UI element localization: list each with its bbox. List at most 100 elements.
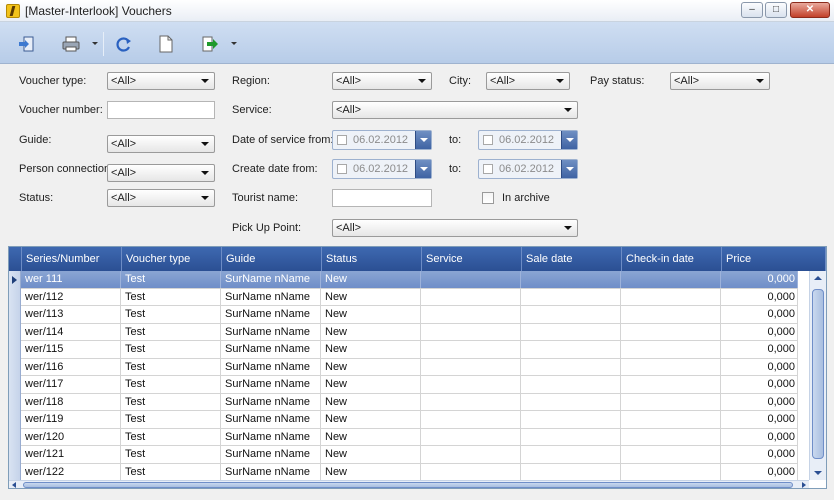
cell-status[interactable]: New bbox=[321, 376, 421, 393]
cell-sale-date[interactable] bbox=[521, 463, 621, 481]
cell-service[interactable] bbox=[421, 376, 521, 393]
cell-check-in-date[interactable] bbox=[621, 428, 721, 446]
cell-service[interactable] bbox=[421, 358, 521, 376]
cell-series-number[interactable]: wer/122 bbox=[21, 463, 121, 481]
date-of-service-from-picker[interactable]: 06.02.2012 bbox=[332, 130, 432, 150]
table-row[interactable]: wer/121 Test SurName nName New 0,000 bbox=[21, 446, 798, 464]
cell-series-number[interactable]: wer/120 bbox=[21, 428, 121, 446]
cell-status[interactable]: New bbox=[321, 323, 421, 341]
column-header-service[interactable]: Service bbox=[422, 247, 522, 271]
export-icon[interactable] bbox=[201, 35, 219, 53]
cell-price[interactable]: 0,000 bbox=[721, 411, 798, 428]
new-document-icon[interactable] bbox=[157, 35, 175, 53]
column-header-check-in-date[interactable]: Check-in date bbox=[622, 247, 722, 271]
cell-status[interactable]: New bbox=[321, 358, 421, 376]
status-select[interactable]: <All> bbox=[107, 189, 215, 207]
cell-voucher-type[interactable]: Test bbox=[121, 323, 221, 341]
cell-service[interactable] bbox=[421, 411, 521, 428]
minimize-button[interactable]: – bbox=[741, 2, 763, 18]
cell-sale-date[interactable] bbox=[521, 376, 621, 393]
column-header-voucher-type[interactable]: Voucher type bbox=[122, 247, 222, 271]
cell-status[interactable]: New bbox=[321, 393, 421, 411]
cell-price[interactable]: 0,000 bbox=[721, 288, 798, 306]
cell-price[interactable]: 0,000 bbox=[721, 358, 798, 376]
cell-check-in-date[interactable] bbox=[621, 358, 721, 376]
table-row[interactable]: wer/112 Test SurName nName New 0,000 bbox=[21, 288, 798, 306]
calendar-dropdown-icon[interactable] bbox=[415, 160, 431, 178]
table-row[interactable]: wer/120 Test SurName nName New 0,000 bbox=[21, 428, 798, 446]
cell-guide[interactable]: SurName nName bbox=[221, 288, 321, 306]
scroll-down-icon[interactable] bbox=[814, 471, 822, 475]
cell-voucher-type[interactable]: Test bbox=[121, 428, 221, 446]
export-dropdown-arrow-icon[interactable] bbox=[231, 42, 237, 45]
cell-guide[interactable]: SurName nName bbox=[221, 323, 321, 341]
cell-service[interactable] bbox=[421, 341, 521, 358]
cell-series-number[interactable]: wer/115 bbox=[21, 341, 121, 358]
table-row[interactable]: wer/113 Test SurName nName New 0,000 bbox=[21, 306, 798, 324]
cell-voucher-type[interactable]: Test bbox=[121, 446, 221, 463]
horizontal-scroll-thumb[interactable] bbox=[23, 482, 793, 488]
cell-check-in-date[interactable] bbox=[621, 463, 721, 481]
cell-service[interactable] bbox=[421, 271, 521, 288]
cell-sale-date[interactable] bbox=[521, 358, 621, 376]
create-date-from-picker[interactable]: 06.02.2012 bbox=[332, 159, 432, 179]
print-icon[interactable] bbox=[62, 35, 80, 53]
date-of-service-from-checkbox[interactable] bbox=[337, 135, 347, 145]
vertical-scrollbar[interactable] bbox=[809, 271, 826, 480]
cell-guide[interactable]: SurName nName bbox=[221, 271, 321, 288]
table-row[interactable]: wer/114 Test SurName nName New 0,000 bbox=[21, 323, 798, 341]
cell-guide[interactable]: SurName nName bbox=[221, 411, 321, 428]
cell-guide[interactable]: SurName nName bbox=[221, 341, 321, 358]
row-selector-column[interactable] bbox=[9, 271, 21, 481]
cell-series-number[interactable]: wer/116 bbox=[21, 358, 121, 376]
cell-service[interactable] bbox=[421, 446, 521, 463]
cell-voucher-type[interactable]: Test bbox=[121, 358, 221, 376]
create-date-to-checkbox[interactable] bbox=[483, 164, 493, 174]
city-select[interactable]: <All> bbox=[486, 72, 570, 90]
cell-series-number[interactable]: wer/117 bbox=[21, 376, 121, 393]
cell-sale-date[interactable] bbox=[521, 393, 621, 411]
cell-service[interactable] bbox=[421, 463, 521, 481]
in-archive-checkbox[interactable] bbox=[482, 192, 494, 204]
cell-check-in-date[interactable] bbox=[621, 341, 721, 358]
column-header-status[interactable]: Status bbox=[322, 247, 422, 271]
cell-guide[interactable]: SurName nName bbox=[221, 393, 321, 411]
close-button[interactable]: ✕ bbox=[790, 2, 830, 18]
cell-voucher-type[interactable]: Test bbox=[121, 411, 221, 428]
cell-series-number[interactable]: wer/113 bbox=[21, 306, 121, 323]
service-select[interactable]: <All> bbox=[332, 101, 578, 119]
cell-sale-date[interactable] bbox=[521, 271, 621, 288]
cell-check-in-date[interactable] bbox=[621, 323, 721, 341]
cell-sale-date[interactable] bbox=[521, 341, 621, 358]
cell-series-number[interactable]: wer/119 bbox=[21, 411, 121, 428]
cell-price[interactable]: 0,000 bbox=[721, 446, 798, 463]
column-header-sale-date[interactable]: Sale date bbox=[522, 247, 622, 271]
cell-price[interactable]: 0,000 bbox=[721, 271, 798, 288]
cell-sale-date[interactable] bbox=[521, 428, 621, 446]
cell-voucher-type[interactable]: Test bbox=[121, 288, 221, 306]
cell-guide[interactable]: SurName nName bbox=[221, 376, 321, 393]
cell-status[interactable]: New bbox=[321, 463, 421, 481]
cell-voucher-type[interactable]: Test bbox=[121, 393, 221, 411]
table-row[interactable]: wer/116 Test SurName nName New 0,000 bbox=[21, 358, 798, 376]
cell-guide[interactable]: SurName nName bbox=[221, 428, 321, 446]
scroll-right-icon[interactable] bbox=[802, 482, 806, 488]
cell-price[interactable]: 0,000 bbox=[721, 463, 798, 481]
cell-check-in-date[interactable] bbox=[621, 288, 721, 306]
cell-series-number[interactable]: wer/112 bbox=[21, 288, 121, 306]
date-of-service-to-checkbox[interactable] bbox=[483, 135, 493, 145]
horizontal-scrollbar[interactable] bbox=[9, 480, 809, 488]
scroll-up-icon[interactable] bbox=[814, 276, 822, 280]
column-header-series-number[interactable]: Series/Number bbox=[22, 247, 122, 271]
cell-price[interactable]: 0,000 bbox=[721, 428, 798, 446]
cell-status[interactable]: New bbox=[321, 288, 421, 306]
voucher-type-select[interactable]: <All> bbox=[107, 72, 215, 90]
cell-service[interactable] bbox=[421, 288, 521, 306]
cell-service[interactable] bbox=[421, 306, 521, 323]
cell-series-number[interactable]: wer/121 bbox=[21, 446, 121, 463]
cell-status[interactable]: New bbox=[321, 446, 421, 463]
cell-check-in-date[interactable] bbox=[621, 376, 721, 393]
table-row[interactable]: wer/122 Test SurName nName New 0,000 bbox=[21, 463, 798, 481]
create-date-from-checkbox[interactable] bbox=[337, 164, 347, 174]
cell-check-in-date[interactable] bbox=[621, 411, 721, 428]
